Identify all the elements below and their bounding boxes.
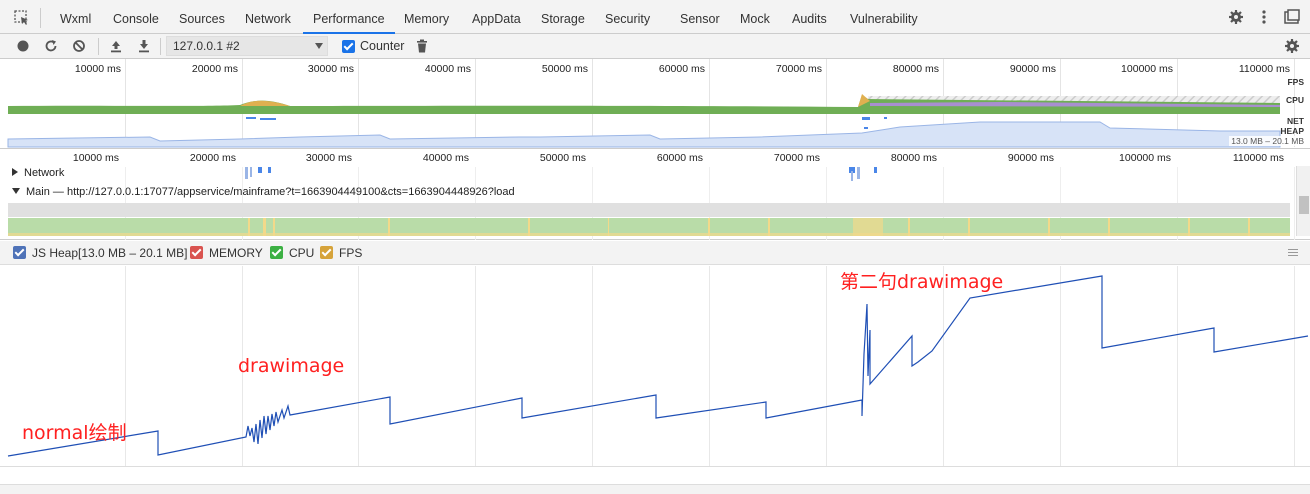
- kebab-icon[interactable]: [1260, 9, 1268, 25]
- heap-label: HEAP: [1280, 126, 1304, 136]
- overview-time-label: 30000 ms: [307, 63, 354, 75]
- tab-wxml[interactable]: Wxml: [60, 0, 91, 34]
- fps-toggle[interactable]: FPS: [320, 246, 362, 260]
- tab-sources[interactable]: Sources: [179, 0, 225, 34]
- main-thread-tasks: [8, 218, 1290, 236]
- annotation-normal: normal绘制: [22, 422, 127, 444]
- overview-time-label: 60000 ms: [658, 63, 705, 75]
- net-label: NET: [1287, 116, 1304, 126]
- overview-time-label: 50000 ms: [541, 63, 588, 75]
- tab-sensor[interactable]: Sensor: [680, 0, 720, 34]
- tab-mock[interactable]: Mock: [740, 0, 770, 34]
- overview-time-label: 80000 ms: [892, 63, 939, 75]
- counter-checkbox[interactable]: [342, 40, 355, 53]
- cpu-label: CPU: [1286, 95, 1304, 105]
- annotation-second-drawimage: 第二句drawimage: [840, 271, 1004, 293]
- memory-checkbox[interactable]: [190, 246, 203, 259]
- js-heap-toggle[interactable]: JS Heap[13.0 MB – 20.1 MB]: [13, 246, 187, 260]
- tab-audits[interactable]: Audits: [792, 0, 827, 34]
- tab-performance[interactable]: Performance: [303, 0, 395, 34]
- main-thread-task-marks: [8, 218, 1290, 236]
- timeline-overview[interactable]: 10000 ms 20000 ms 30000 ms 40000 ms 50000 ms…: [0, 59, 1310, 149]
- record-icon[interactable]: [16, 39, 30, 53]
- memory-label: MEMORY: [209, 246, 263, 260]
- counter-label: Counter: [360, 39, 405, 53]
- js-heap-checkbox[interactable]: [13, 246, 26, 259]
- tab-vulnerability[interactable]: Vulnerability: [850, 0, 918, 34]
- flamechart-scrollbar[interactable]: [1296, 166, 1310, 236]
- tab-network[interactable]: Network: [245, 0, 291, 34]
- status-strip: [0, 484, 1310, 494]
- drag-handle-icon[interactable]: [1288, 249, 1298, 257]
- heap-range-label: 13.0 MB – 20.1 MB: [1229, 136, 1306, 146]
- overview-time-label: 100000 ms: [1121, 63, 1173, 75]
- js-heap-line: [7, 275, 1309, 457]
- fps-label: FPS: [1287, 77, 1304, 87]
- dock-icon[interactable]: [1284, 9, 1300, 25]
- gear-icon[interactable]: [1228, 9, 1244, 25]
- cpu-label: CPU: [289, 246, 315, 260]
- overview-time-label: 70000 ms: [775, 63, 822, 75]
- devtools-tabbar: Wxml Console Sources Network Performance Memo…: [0, 0, 1310, 34]
- fps-label: FPS: [339, 246, 363, 260]
- overview-time-label: 40000 ms: [424, 63, 471, 75]
- scrollbar-thumb[interactable]: [1299, 196, 1309, 214]
- target-select[interactable]: 127.0.0.1 #2: [166, 36, 328, 56]
- performance-toolbar: 127.0.0.1 #2 Counter: [0, 34, 1310, 59]
- cpu-toggle[interactable]: CPU: [270, 246, 314, 260]
- js-heap-label: JS Heap[13.0 MB – 20.1 MB]: [32, 246, 188, 260]
- heap-counter-graph[interactable]: [0, 266, 1310, 466]
- cpu-checkbox[interactable]: [270, 246, 283, 259]
- annotation-drawimage: drawimage: [238, 355, 345, 377]
- chevron-down-icon: [315, 43, 323, 49]
- tab-storage[interactable]: Storage: [541, 0, 585, 34]
- overview-time-label: 110000 ms: [1238, 63, 1290, 75]
- tab-security[interactable]: Security: [605, 0, 650, 34]
- tabbar-separator: [40, 8, 41, 28]
- overview-time-label: 20000 ms: [191, 63, 238, 75]
- overview-time-label: 90000 ms: [1009, 63, 1056, 75]
- clear-icon[interactable]: [72, 39, 86, 53]
- toolbar-separator: [98, 38, 99, 55]
- reload-icon[interactable]: [44, 39, 58, 53]
- upload-icon[interactable]: [109, 39, 123, 53]
- trash-icon[interactable]: [415, 39, 429, 53]
- toolbar-separator: [160, 38, 161, 55]
- download-icon[interactable]: [137, 39, 151, 53]
- tab-console[interactable]: Console: [113, 0, 159, 34]
- main-thread-band: [8, 203, 1290, 217]
- inspect-icon[interactable]: [14, 10, 30, 26]
- tab-memory[interactable]: Memory: [404, 0, 449, 34]
- memory-toggle[interactable]: MEMORY: [190, 246, 263, 260]
- target-select-value: 127.0.0.1 #2: [173, 39, 240, 53]
- tab-appdata[interactable]: AppData: [472, 0, 521, 34]
- counters-legend: JS Heap[13.0 MB – 20.1 MB] MEMORY CPU FP…: [0, 241, 1310, 265]
- fps-checkbox[interactable]: [320, 246, 333, 259]
- gear-icon[interactable]: [1284, 38, 1300, 54]
- overview-time-label: 10000 ms: [74, 63, 121, 75]
